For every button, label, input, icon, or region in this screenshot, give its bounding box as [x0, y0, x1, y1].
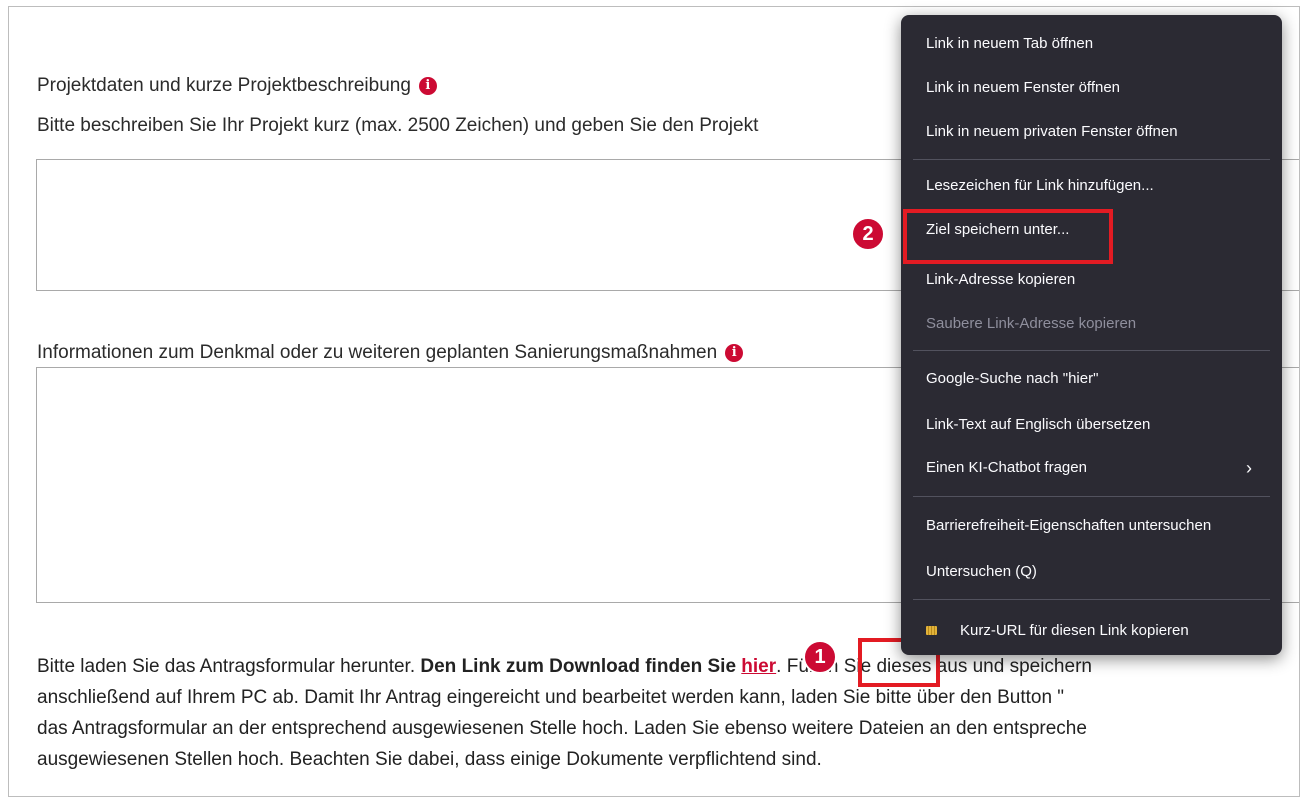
menu-item-open-private-window[interactable]: Link in neuem privaten Fenster öffnen — [926, 117, 1268, 147]
menu-item-open-new-tab[interactable]: Link in neuem Tab öffnen — [926, 29, 1268, 59]
menu-item-label: Einen KI-Chatbot fragen — [926, 459, 1087, 476]
menu-item-inspect[interactable]: Untersuchen (Q) — [926, 557, 1268, 587]
info-icon[interactable]: i — [418, 77, 437, 95]
instructions-line-1: Bitte laden Sie das Antragsformular heru… — [37, 651, 1299, 682]
menu-item-bookmark-link[interactable]: Lesezeichen für Link hinzufügen... — [926, 171, 1268, 201]
menu-item-label: Kurz-URL für diesen Link kopieren — [960, 622, 1189, 639]
menu-item-ask-ai-chatbot[interactable]: Einen KI-Chatbot fragen › — [926, 453, 1268, 483]
instructions-paragraph: Bitte laden Sie das Antragsformular heru… — [37, 651, 1299, 775]
menu-item-translate-link-text[interactable]: Link-Text auf Englisch übersetzen — [926, 410, 1268, 440]
instructions-line-3: das Antragsformular an der entsprechend … — [37, 718, 1087, 739]
menu-item-inspect-accessibility[interactable]: Barrierefreiheit-Eigenschaften untersuch… — [926, 511, 1268, 541]
step-badge-2: 2 — [851, 217, 885, 251]
info-icon[interactable]: i — [725, 344, 744, 362]
menu-separator — [913, 496, 1270, 497]
short-url-extension-icon — [926, 626, 937, 635]
download-link-hier[interactable]: hier — [741, 656, 776, 677]
instructions-line-2: anschließend auf Ihrem PC ab. Damit Ihr … — [37, 687, 1065, 708]
context-menu: Link in neuem Tab öffnen Link in neuem F… — [901, 15, 1282, 655]
section1-help-text: Bitte beschreiben Sie Ihr Projekt kurz (… — [37, 115, 759, 136]
section2-label-row: Informationen zum Denkmal oder zu weiter… — [37, 342, 744, 364]
section1-label: Projektdaten und kurze Projektbeschreibu… — [37, 75, 411, 96]
menu-item-google-search[interactable]: Google-Suche nach "hier" — [926, 364, 1268, 394]
highlight-box-step2 — [903, 209, 1113, 264]
step-badge-1: 1 — [803, 640, 837, 674]
instructions-bold-text: Den Link zum Download finden Sie — [420, 656, 742, 677]
section2-label: Informationen zum Denkmal oder zu weiter… — [37, 342, 718, 363]
menu-item-open-new-window[interactable]: Link in neuem Fenster öffnen — [926, 73, 1268, 103]
menu-item-copy-short-url[interactable]: Kurz-URL für diesen Link kopieren — [926, 616, 1268, 646]
instructions-line-4: ausgewiesenen Stellen hoch. Beachten Sie… — [37, 749, 822, 770]
section1-label-row: Projektdaten und kurze Projektbeschreibu… — [37, 75, 437, 97]
menu-item-copy-clean-link: Saubere Link-Adresse kopieren — [926, 315, 1137, 332]
instructions-text: Bitte laden Sie das Antragsformular heru… — [37, 656, 421, 677]
menu-separator — [913, 159, 1270, 160]
menu-separator — [913, 350, 1270, 351]
menu-separator — [913, 599, 1270, 600]
chevron-right-icon: › — [1246, 458, 1252, 478]
menu-item-copy-link[interactable]: Link-Adresse kopieren — [926, 265, 1268, 295]
